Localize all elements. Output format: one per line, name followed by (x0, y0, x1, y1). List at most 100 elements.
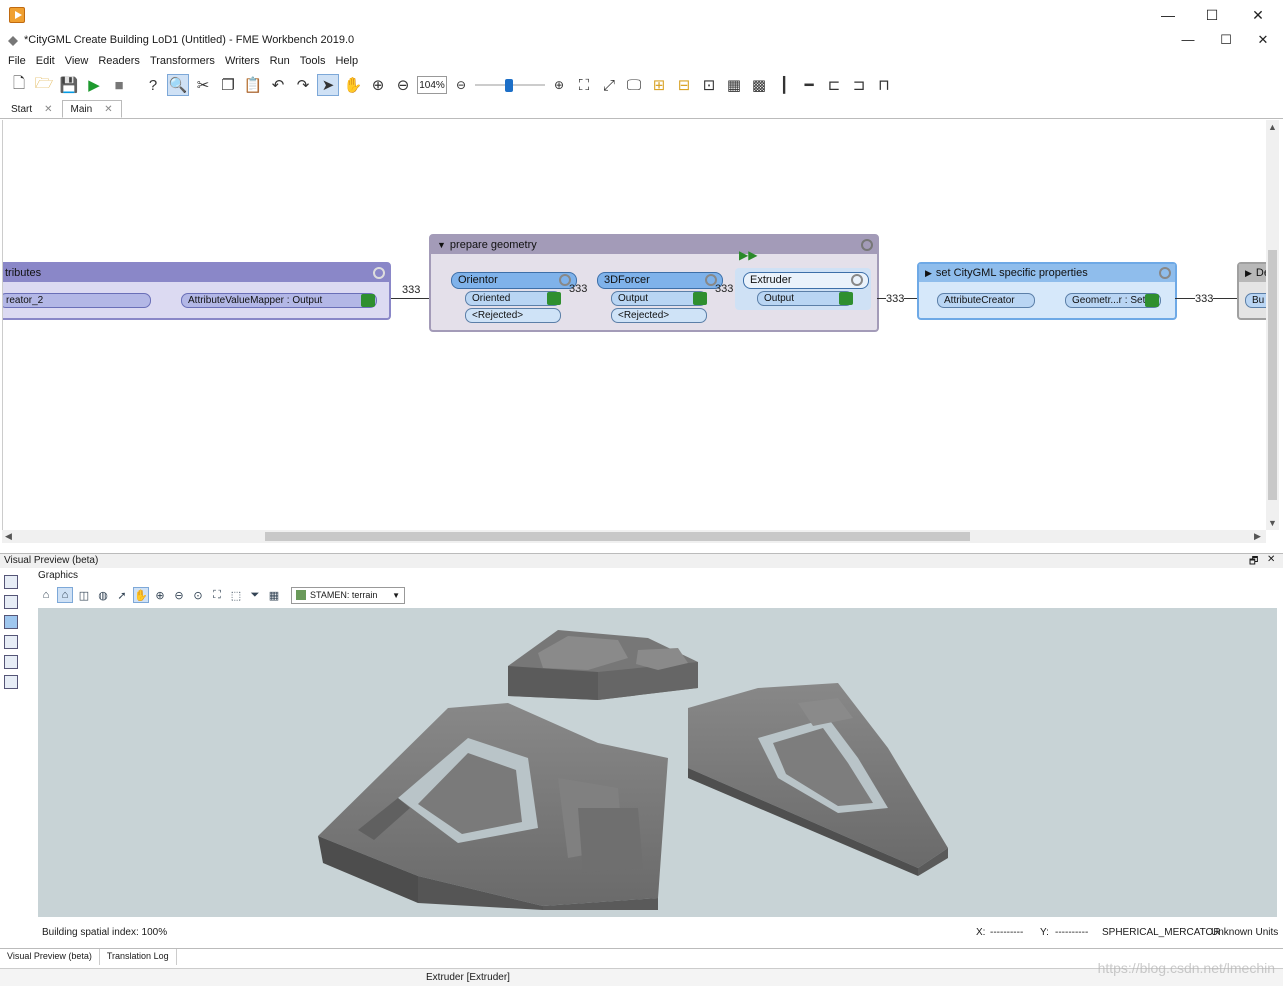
menu-tools[interactable]: Tools (295, 53, 331, 71)
tab-translation-log[interactable]: Translation Log (100, 949, 177, 965)
filter-icon[interactable]: ⏷ (247, 587, 263, 603)
bookmark-header[interactable]: tributes (3, 264, 389, 282)
open-icon[interactable]: 🗁 (33, 74, 55, 96)
undo-icon[interactable]: ↶ (267, 74, 289, 96)
table-icon[interactable]: ▦ (266, 587, 282, 603)
new-icon[interactable]: 🗋 (8, 74, 30, 96)
select-tool-icon[interactable]: ⬚ (228, 587, 244, 603)
grid-icon[interactable]: ▩ (748, 74, 770, 96)
globe-icon[interactable]: ◍ (95, 587, 111, 603)
add-transformer-icon[interactable]: ⊡ (698, 74, 720, 96)
cut-icon[interactable]: ✂ (192, 74, 214, 96)
bookmark-header[interactable]: ▶ set CityGML specific properties (919, 264, 1175, 282)
bookmark-prepare-geometry[interactable]: ▼ prepare geometry Orientor Oriented <Re… (429, 234, 879, 332)
auto-layout-icon[interactable]: ⊏ (823, 74, 845, 96)
close-button[interactable]: ✕ (1235, 0, 1281, 30)
transformer-node[interactable]: Bu (1245, 293, 1266, 308)
close-tab-icon[interactable]: ✕ (104, 104, 112, 117)
feature-info-icon[interactable] (4, 635, 18, 649)
table-view-icon[interactable] (4, 575, 18, 589)
zoom-out-icon[interactable]: ⊖ (171, 587, 187, 603)
close-pane-icon[interactable]: ✕ (1267, 554, 1275, 565)
scroll-thumb[interactable] (1268, 250, 1277, 500)
basemap-select[interactable]: STAMEN: terrain ▼ (291, 586, 405, 604)
zoom-in-icon[interactable]: ⊕ (152, 587, 168, 603)
canvas-horizontal-scrollbar[interactable]: ◀ ▶ (2, 530, 1266, 543)
scroll-right-icon[interactable]: ▶ (1254, 531, 1261, 542)
zoom-extents-icon[interactable]: ⛶ (573, 74, 595, 96)
collapse-icon[interactable]: ▼ (437, 240, 446, 250)
zoom-selection-icon[interactable]: ⊙ (190, 587, 206, 603)
grid-view-icon[interactable] (4, 595, 18, 609)
doc-close-button[interactable]: ✕ (1245, 32, 1281, 50)
run-to-here-icon[interactable]: ▶▶ (739, 248, 757, 262)
add-writer-icon[interactable]: ⊟ (673, 74, 695, 96)
zoom-extents-icon[interactable]: ⛶ (209, 587, 225, 603)
inspect-icon[interactable] (693, 292, 707, 305)
tab-start[interactable]: Start ✕ (2, 100, 62, 118)
canvas-vertical-scrollbar[interactable]: ▲ ▼ (1266, 120, 1279, 530)
menu-file[interactable]: File (3, 53, 31, 71)
attributecreator-node[interactable]: AttributeCreator (937, 293, 1035, 308)
float-pane-icon[interactable]: 🗗 (1249, 554, 1258, 571)
copy-icon[interactable]: ❐ (217, 74, 239, 96)
save-icon[interactable]: 💾 (58, 74, 80, 96)
output-port-rejected[interactable]: <Rejected> (465, 308, 561, 323)
bookmark-icon[interactable]: ▦ (723, 74, 745, 96)
2d-view-icon[interactable]: ⌂ (38, 587, 54, 603)
align-center-icon[interactable]: ┃ (773, 74, 795, 96)
transformer-node[interactable]: AttributeValueMapper : Output (181, 293, 377, 308)
scroll-up-icon[interactable]: ▲ (1268, 122, 1277, 132)
redo-icon[interactable]: ↷ (292, 74, 314, 96)
tab-visual-preview[interactable]: Visual Preview (beta) (0, 949, 100, 965)
pan-hand-icon[interactable]: ✋ (133, 587, 149, 603)
gear-icon[interactable] (851, 274, 863, 286)
align-middle-icon[interactable]: ━ (798, 74, 820, 96)
menu-edit[interactable]: Edit (31, 53, 60, 71)
stop-icon[interactable]: ■ (108, 74, 130, 96)
zoom-minus-icon[interactable]: ⊖ (450, 74, 472, 96)
gear-icon[interactable] (861, 239, 873, 251)
menu-readers[interactable]: Readers (93, 53, 145, 71)
zoom-out-icon[interactable]: ⊖ (392, 74, 414, 96)
bookmark-header[interactable]: ▶ De (1239, 264, 1266, 282)
scroll-down-icon[interactable]: ▼ (1268, 518, 1277, 528)
zoom-in-icon[interactable]: ⊕ (367, 74, 389, 96)
menu-transformers[interactable]: Transformers (145, 53, 220, 71)
select-pointer-icon[interactable]: ➤ (317, 74, 339, 96)
feature-inspect-icon[interactable]: 🔍 (167, 74, 189, 96)
search-icon[interactable] (4, 655, 18, 669)
run-icon[interactable]: ▶ (83, 74, 105, 96)
zoom-slider-thumb[interactable] (505, 79, 513, 92)
paste-icon[interactable]: 📋 (242, 74, 264, 96)
gear-icon[interactable] (373, 267, 385, 279)
scroll-thumb[interactable] (265, 532, 970, 541)
inspect-icon[interactable] (361, 294, 375, 307)
menu-run[interactable]: Run (265, 53, 295, 71)
layout-icon[interactable]: ⊐ (848, 74, 870, 96)
inspect-icon[interactable] (1145, 294, 1159, 307)
zoom-plus-icon[interactable]: ⊕ (548, 74, 570, 96)
inspect-icon[interactable] (547, 292, 561, 305)
expand-icon[interactable]: ▶ (1245, 268, 1252, 279)
bookmark-citygml-properties[interactable]: ▶ set CityGML specific properties Attrib… (917, 262, 1177, 320)
inspect-icon[interactable] (839, 292, 853, 305)
fit-window-icon[interactable]: ⤢ (598, 74, 620, 96)
maximize-button[interactable]: ☐ (1189, 0, 1235, 30)
display-icon[interactable]: 🖵 (623, 74, 645, 96)
menu-help[interactable]: Help (330, 53, 363, 71)
help-icon[interactable]: ? (142, 74, 164, 96)
export-layout-icon[interactable]: ⊓ (873, 74, 895, 96)
pan-hand-icon[interactable]: ✋ (342, 74, 364, 96)
3d-view-icon[interactable]: ⌂ (57, 587, 73, 603)
minimize-button[interactable]: — (1145, 0, 1191, 30)
doc-minimize-button[interactable]: — (1170, 32, 1206, 50)
workspace-canvas[interactable]: tributes reator_2 AttributeValueMapper :… (2, 120, 1266, 530)
bookmark-header[interactable]: ▼ prepare geometry (431, 236, 877, 254)
add-reader-icon[interactable]: ⊞ (648, 74, 670, 96)
tab-main[interactable]: Main ✕ (61, 100, 122, 118)
menu-view[interactable]: View (60, 53, 94, 71)
zoom-level-field[interactable]: 104% (417, 76, 447, 94)
orbit-view-icon[interactable]: ◫ (76, 587, 92, 603)
bookmark-attributes[interactable]: tributes reator_2 AttributeValueMapper :… (3, 262, 391, 320)
